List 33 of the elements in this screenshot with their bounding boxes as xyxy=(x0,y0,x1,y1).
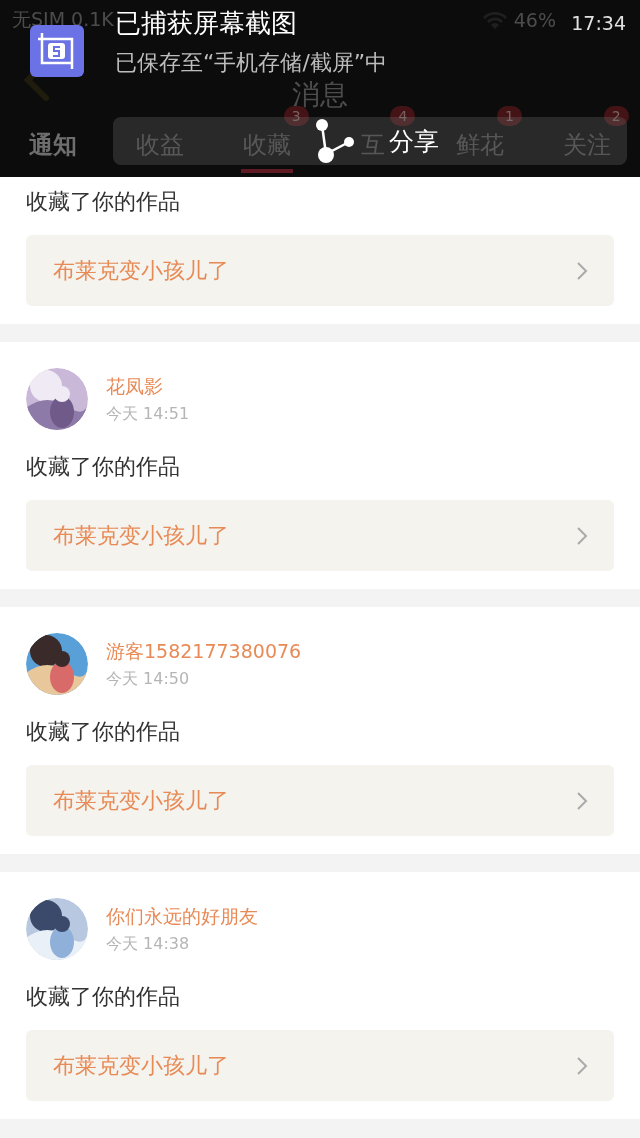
timestamp: 今天 14:38 xyxy=(106,933,191,955)
action-text: 收藏了你的作品 xyxy=(26,718,181,746)
work-title: 布莱克变小孩儿了 xyxy=(53,786,229,815)
username[interactable]: 你们永远的好朋友 xyxy=(106,903,258,930)
work-link-card[interactable]: 布莱克变小孩儿了 xyxy=(26,500,614,571)
chevron-right-icon xyxy=(576,260,588,281)
chevron-right-icon xyxy=(576,790,588,811)
notification-title: 已捕获屏幕截图 xyxy=(115,7,297,40)
action-text: 收藏了你的作品 xyxy=(26,453,181,481)
work-link-card[interactable]: 布莱克变小孩儿了 xyxy=(26,235,614,306)
share-icon xyxy=(313,118,355,164)
battery-text: 46% xyxy=(513,9,556,31)
chevron-right-icon xyxy=(576,525,588,546)
count-badge: 3 xyxy=(283,106,309,126)
count-badge: 4 xyxy=(390,106,416,126)
count-badge: 1 xyxy=(497,106,522,126)
notification-time: 17:34 xyxy=(571,12,626,34)
count-badge: 2 xyxy=(603,106,629,126)
work-title: 布莱克变小孩儿了 xyxy=(53,256,229,285)
notification-text: 已保存至“手机存储/截屏”中 xyxy=(115,49,388,77)
action-text: 收藏了你的作品 xyxy=(26,188,181,216)
work-title: 布莱克变小孩儿了 xyxy=(53,1051,229,1080)
username[interactable]: 花凤影 xyxy=(106,373,190,400)
timestamp: 今天 14:50 xyxy=(106,668,191,690)
chevron-right-icon xyxy=(576,1055,588,1076)
work-title: 布莱克变小孩儿了 xyxy=(53,521,229,550)
username[interactable]: 游客1582177380076 xyxy=(106,638,302,665)
work-link-card[interactable]: 布莱克变小孩儿了 xyxy=(26,1030,614,1101)
screenshot-icon xyxy=(30,25,84,77)
tab[interactable]: 通知 xyxy=(27,120,80,173)
work-link-card[interactable]: 布莱克变小孩儿了 xyxy=(26,765,614,836)
timestamp: 今天 14:51 xyxy=(106,403,190,425)
action-text: 收藏了你的作品 xyxy=(26,983,181,1011)
